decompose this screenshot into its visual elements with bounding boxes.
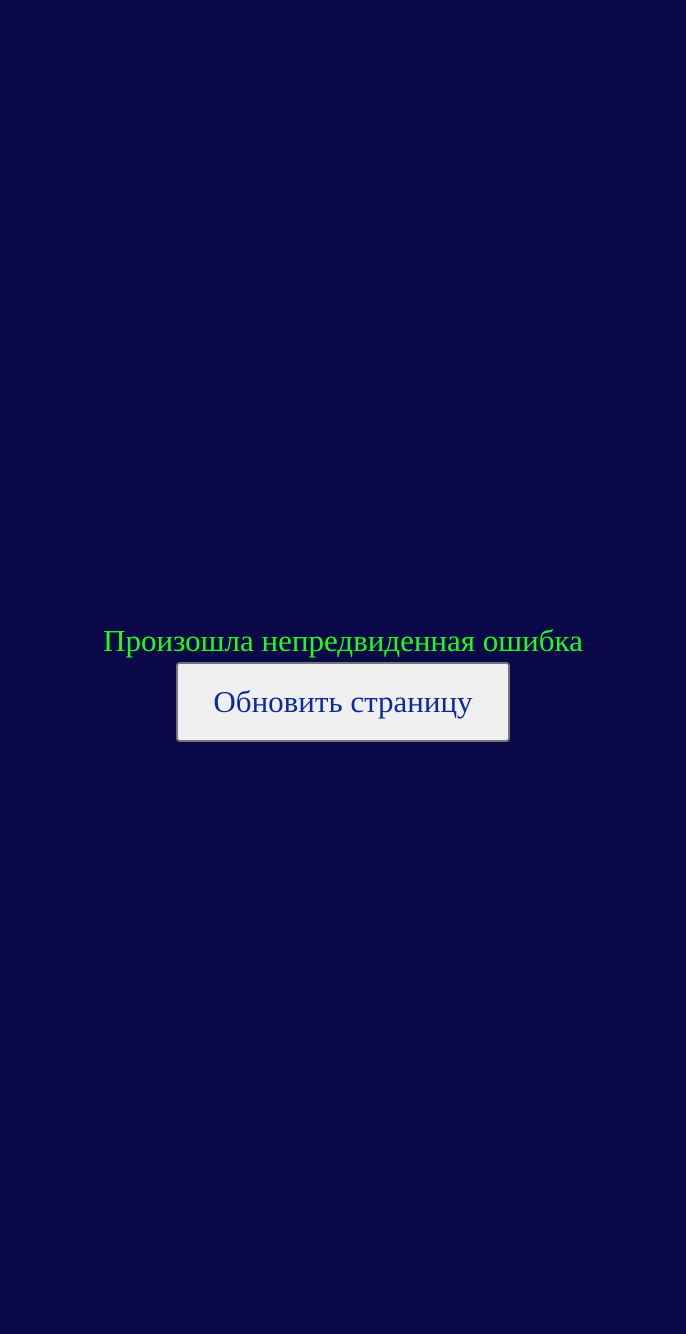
error-screen: Произошла непредвиденная ошибка Обновить… <box>0 0 686 1334</box>
error-block: Произошла непредвиденная ошибка Обновить… <box>0 620 686 742</box>
error-message: Произошла непредвиденная ошибка <box>103 623 583 658</box>
reload-page-button[interactable]: Обновить страницу <box>176 662 510 742</box>
